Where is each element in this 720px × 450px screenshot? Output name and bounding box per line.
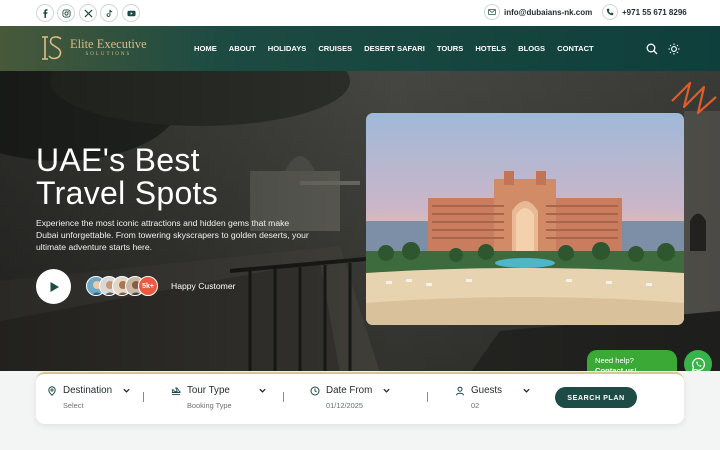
field-divider — [283, 392, 284, 402]
clock-icon — [310, 386, 320, 395]
chevron-down-icon[interactable] — [258, 386, 267, 395]
brand-logo[interactable]: Elite Executive SOLUTIONS — [38, 34, 147, 62]
hero-title-line1: UAE's Best — [36, 142, 200, 178]
email-text[interactable]: info@dubaians-nk.com — [504, 8, 592, 17]
guests-label: Guests — [471, 385, 503, 396]
top-bar: info@dubaians-nk.com +971 55 671 8296 — [0, 0, 720, 26]
chevron-down-icon[interactable] — [382, 386, 391, 395]
nav-item-home[interactable]: HOME — [194, 44, 217, 53]
whatsapp-icon — [691, 357, 705, 371]
play-video-button[interactable] — [36, 269, 71, 304]
facebook-icon[interactable] — [36, 4, 54, 22]
main-navbar: Elite Executive SOLUTIONS HOME ABOUT HOL… — [0, 26, 720, 71]
nav-item-holidays[interactable]: HOLIDAYS — [268, 44, 307, 53]
customers-count-badge: 5k+ — [138, 276, 158, 296]
guests-field[interactable]: Guests 02 — [455, 385, 531, 410]
nav-item-about[interactable]: ABOUT — [229, 44, 256, 53]
plane-icon — [171, 387, 181, 395]
phone-text[interactable]: +971 55 671 8296 — [622, 8, 687, 17]
hero-section: UAE's Best Travel Spots Experience the m… — [0, 71, 720, 373]
main-nav: HOME ABOUT HOLIDAYS CRUISES DESERT SAFAR… — [194, 44, 606, 53]
search-plan-button[interactable]: SEARCH PLAN — [555, 387, 637, 408]
destination-label: Destination — [63, 385, 113, 396]
customer-avatars: 5k+ — [86, 276, 158, 296]
nav-item-tours[interactable]: TOURS — [437, 44, 463, 53]
nav-item-hotels[interactable]: HOTELS — [475, 44, 506, 53]
date-from-label: Date From — [326, 385, 373, 396]
email-contact[interactable]: info@dubaians-nk.com — [484, 4, 592, 20]
x-icon[interactable] — [79, 4, 97, 22]
location-pin-icon — [48, 385, 56, 396]
hero-description: Experience the most iconic attractions a… — [36, 218, 309, 252]
tour-type-field[interactable]: Tour Type Booking Type — [171, 385, 267, 410]
hero-title: UAE's Best Travel Spots — [36, 144, 218, 210]
brand-tagline: SOLUTIONS — [85, 52, 132, 57]
happy-customer-label: Happy Customer — [171, 281, 236, 291]
date-from-value: 01/12/2025 — [326, 401, 363, 410]
youtube-icon[interactable] — [122, 4, 140, 22]
field-divider — [427, 392, 428, 402]
play-icon — [50, 281, 59, 292]
date-from-field[interactable]: Date From 01/12/2025 — [310, 385, 391, 410]
field-divider — [143, 392, 144, 402]
nav-item-desert-safari[interactable]: DESERT SAFARI — [364, 44, 425, 53]
nav-item-cruises[interactable]: CRUISES — [318, 44, 352, 53]
search-icon[interactable] — [646, 42, 658, 55]
chevron-down-icon[interactable] — [522, 386, 531, 395]
hero-title-line2: Travel Spots — [36, 175, 219, 211]
user-icon — [456, 386, 464, 395]
mail-icon — [484, 4, 500, 20]
guests-value: 02 — [471, 401, 480, 410]
tour-type-value: Booking Type — [187, 401, 232, 410]
theme-toggle-icon[interactable] — [668, 42, 680, 55]
destination-field[interactable]: Destination Select — [47, 385, 131, 410]
help-line1: Need help? — [595, 356, 634, 365]
instagram-icon[interactable] — [57, 4, 75, 22]
phone-icon — [602, 4, 618, 20]
nav-item-blogs[interactable]: BLOGS — [518, 44, 545, 53]
nav-item-contact[interactable]: CONTACT — [557, 44, 594, 53]
tiktok-icon[interactable] — [100, 4, 118, 22]
brand-name: Elite Executive — [70, 37, 147, 51]
logo-mark-icon — [38, 34, 64, 62]
phone-contact[interactable]: +971 55 671 8296 — [602, 4, 687, 20]
destination-value: Select — [63, 401, 84, 410]
chevron-down-icon[interactable] — [122, 386, 131, 395]
atlantis-hotel-photo — [366, 113, 684, 325]
tour-type-label: Tour Type — [187, 385, 230, 396]
